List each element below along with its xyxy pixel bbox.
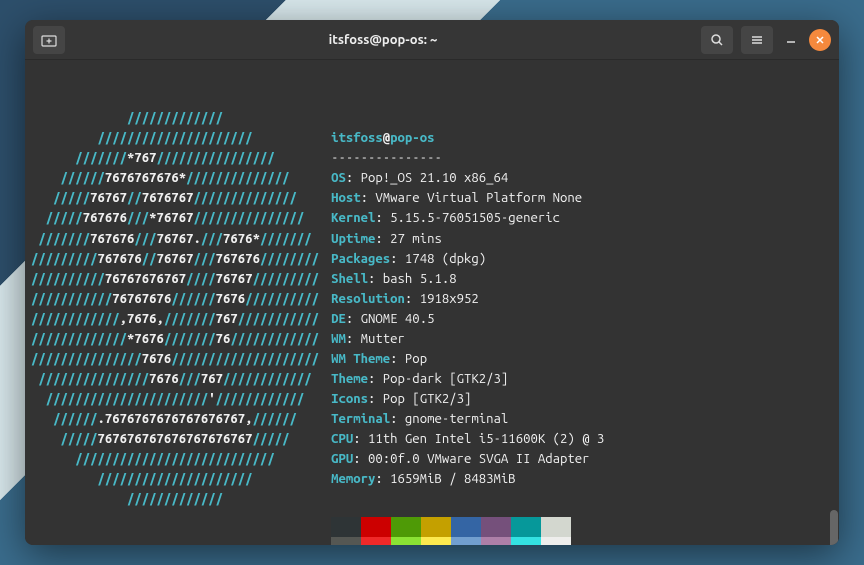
- info-key: WM Theme: [331, 352, 390, 366]
- info-val: : bash 5.1.8: [368, 272, 457, 286]
- window-title: itsfoss@pop-os: ~: [65, 33, 701, 47]
- info-key: Theme: [331, 372, 368, 386]
- color-swatch: [481, 537, 511, 545]
- info-key: Shell: [331, 272, 368, 286]
- color-swatch: [511, 517, 541, 537]
- info-val: : Pop: [390, 352, 427, 366]
- color-swatch: [391, 537, 421, 545]
- color-swatch: [511, 537, 541, 545]
- info-val: : 1659MiB / 8483MiB: [375, 472, 515, 486]
- ascii-logo: ///////////// ///////////////////// ////…: [31, 108, 319, 545]
- info-val: : GNOME 40.5: [346, 312, 435, 326]
- color-swatch: [331, 517, 361, 537]
- info-key: Packages: [331, 252, 390, 266]
- info-val: : Pop [GTK2/3]: [368, 392, 471, 406]
- color-swatch: [481, 517, 511, 537]
- info-val: : 00:0f.0 VMware SVGA II Adapter: [353, 452, 589, 466]
- info-val: : gnome-terminal: [390, 412, 508, 426]
- info-key: Uptime: [331, 232, 375, 246]
- info-val: : 27 mins: [375, 232, 441, 246]
- color-swatch: [451, 517, 481, 537]
- terminal-window: itsfoss@pop-os: ~: [25, 20, 839, 545]
- minimize-icon: [786, 35, 796, 45]
- close-button[interactable]: [809, 29, 831, 51]
- info-val: : Mutter: [346, 332, 405, 346]
- color-swatch: [451, 537, 481, 545]
- info-key: GPU: [331, 452, 353, 466]
- info-key: OS: [331, 171, 346, 185]
- info-key: Host: [331, 191, 361, 205]
- info-key: Resolution: [331, 292, 405, 306]
- info-key: WM: [331, 332, 346, 346]
- close-icon: [815, 35, 825, 45]
- info-val: : 1918x952: [405, 292, 479, 306]
- color-swatch: [421, 517, 451, 537]
- info-val: : Pop!_OS 21.10 x86_64: [346, 171, 508, 185]
- neofetch-info: itsfoss@pop-os --------------- OS: Pop!_…: [319, 108, 604, 545]
- menu-button[interactable]: [741, 26, 773, 54]
- info-key: CPU: [331, 432, 353, 446]
- hamburger-icon: [750, 33, 764, 47]
- color-swatch: [541, 537, 571, 545]
- info-val: : 1748 (dpkg): [390, 252, 486, 266]
- info-key: Kernel: [331, 211, 375, 225]
- search-button[interactable]: [701, 26, 733, 54]
- info-divider: ---------------: [331, 151, 442, 165]
- info-key: Icons: [331, 392, 368, 406]
- color-palette: [331, 517, 604, 545]
- color-swatch: [421, 537, 451, 545]
- color-swatch: [541, 517, 571, 537]
- info-user: itsfoss: [331, 131, 383, 145]
- color-swatch: [391, 517, 421, 537]
- info-val: : VMware Virtual Platform None: [361, 191, 583, 205]
- info-key: Terminal: [331, 412, 390, 426]
- info-val: : 5.15.5-76051505-generic: [375, 211, 560, 225]
- info-key: Memory: [331, 472, 375, 486]
- new-tab-button[interactable]: [33, 26, 65, 54]
- info-host: pop-os: [390, 131, 434, 145]
- search-icon: [710, 33, 724, 47]
- color-swatch: [361, 537, 391, 545]
- new-tab-icon: [41, 33, 57, 47]
- color-swatch: [361, 517, 391, 537]
- color-swatch: [331, 537, 361, 545]
- minimize-button[interactable]: [781, 30, 801, 50]
- info-val: : Pop-dark [GTK2/3]: [368, 372, 508, 386]
- scrollbar[interactable]: [830, 510, 838, 545]
- info-key: DE: [331, 312, 346, 326]
- terminal-body[interactable]: ///////////// ///////////////////// ////…: [25, 60, 839, 545]
- titlebar: itsfoss@pop-os: ~: [25, 20, 839, 60]
- info-val: : 11th Gen Intel i5-11600K (2) @ 3: [353, 432, 604, 446]
